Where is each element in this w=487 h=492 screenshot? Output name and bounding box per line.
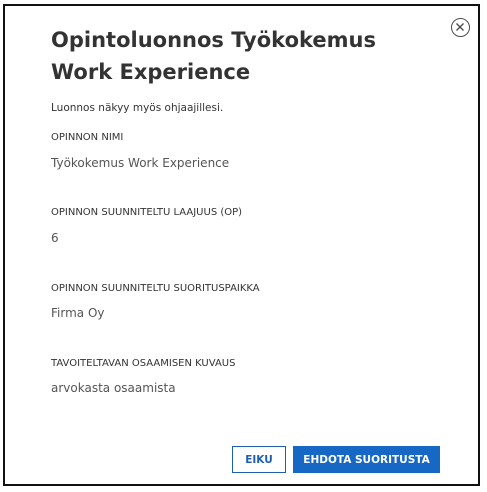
- field-value-competence: arvokasta osaamista: [51, 381, 176, 395]
- submit-button-label: EHDOTA SUORITUSTA: [303, 453, 430, 466]
- field-label-name: OPINNON NIMI: [51, 132, 124, 143]
- field-label-competence: TAVOITELTAVAN OSAAMISEN KUVAUS: [51, 358, 236, 369]
- field-value-credits: 6: [51, 231, 59, 245]
- close-icon: [456, 23, 464, 31]
- field-label-location: OPINNON SUUNNITELTU SUORITUSPAIKKA: [51, 283, 260, 294]
- field-label-credits: OPINNON SUUNNITELTU LAAJUUS (OP): [51, 207, 243, 218]
- visibility-note: Luonnos näkyy myös ohjaajillesi.: [51, 102, 224, 114]
- dialog-title: Opintoluonnos Työkokemus Work Experience: [51, 28, 376, 84]
- submit-button[interactable]: EHDOTA SUORITUSTA: [293, 446, 440, 473]
- field-value-name: Työkokemus Work Experience: [51, 156, 230, 170]
- draft-dialog: Opintoluonnos Työkokemus Work Experience…: [3, 4, 480, 486]
- field-value-location: Firma Oy: [51, 306, 105, 320]
- close-button[interactable]: [451, 18, 470, 37]
- cancel-button-label: EIKU: [245, 453, 273, 466]
- cancel-button[interactable]: EIKU: [232, 446, 286, 473]
